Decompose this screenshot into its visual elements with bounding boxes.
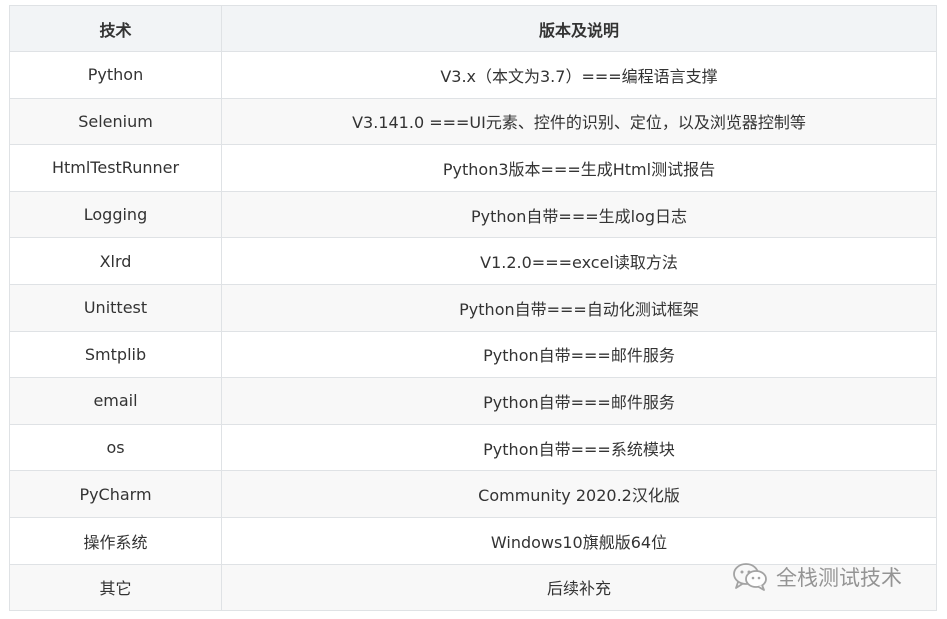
- cell-description: Python自带===生成log日志: [221, 190, 937, 239]
- cell-technology: os: [9, 423, 222, 472]
- cell-description: V1.2.0===excel读取方法: [221, 237, 937, 285]
- table-row: PyCharm Community 2020.2汉化版: [9, 470, 937, 518]
- table-row: Python V3.x（本文为3.7）===编程语言支撑: [9, 51, 937, 99]
- cell-description: Python自带===自动化测试框架: [221, 283, 937, 332]
- cell-description: Python自带===邮件服务: [221, 377, 937, 425]
- table-row: email Python自带===邮件服务: [9, 377, 937, 425]
- cell-description: V3.141.0 ===UI元素、控件的识别、定位，以及浏览器控制等: [221, 97, 937, 146]
- cell-description: Community 2020.2汉化版: [221, 470, 937, 518]
- cell-description: 后续补充: [221, 563, 937, 612]
- cell-technology: 操作系统: [9, 516, 222, 565]
- cell-description: Python3版本===生成Html测试报告: [221, 144, 937, 192]
- table-row: Smtplib Python自带===邮件服务: [9, 330, 937, 379]
- table-row: 其它 后续补充: [9, 563, 937, 612]
- table-row: Unittest Python自带===自动化测试框架: [9, 283, 937, 332]
- header-version-description: 版本及说明: [221, 5, 937, 52]
- cell-technology: email: [9, 377, 222, 425]
- cell-technology: Logging: [9, 190, 222, 239]
- cell-technology: Python: [9, 51, 222, 99]
- cell-description: V3.x（本文为3.7）===编程语言支撑: [221, 51, 937, 99]
- cell-technology: HtmlTestRunner: [9, 144, 222, 192]
- table-header-row: 技术 版本及说明: [9, 5, 937, 52]
- table-row: Selenium V3.141.0 ===UI元素、控件的识别、定位，以及浏览器…: [9, 97, 937, 146]
- header-technology: 技术: [9, 5, 222, 52]
- cell-description: Python自带===邮件服务: [221, 330, 937, 379]
- cell-technology: Unittest: [9, 283, 222, 332]
- table-row: Xlrd V1.2.0===excel读取方法: [9, 237, 937, 285]
- table-row: HtmlTestRunner Python3版本===生成Html测试报告: [9, 144, 937, 192]
- cell-technology: 其它: [9, 563, 222, 612]
- cell-description: Python自带===系统模块: [221, 423, 937, 472]
- table-row: 操作系统 Windows10旗舰版64位: [9, 516, 937, 565]
- cell-technology: Xlrd: [9, 237, 222, 285]
- cell-technology: Smtplib: [9, 330, 222, 379]
- cell-technology: PyCharm: [9, 470, 222, 518]
- tech-stack-table: 技术 版本及说明 Python V3.x（本文为3.7）===编程语言支撑 Se…: [9, 5, 937, 612]
- tech-stack-table-container: 技术 版本及说明 Python V3.x（本文为3.7）===编程语言支撑 Se…: [9, 5, 937, 612]
- table-row: os Python自带===系统模块: [9, 423, 937, 472]
- table-row: Logging Python自带===生成log日志: [9, 190, 937, 239]
- cell-description: Windows10旗舰版64位: [221, 516, 937, 565]
- cell-technology: Selenium: [9, 97, 222, 146]
